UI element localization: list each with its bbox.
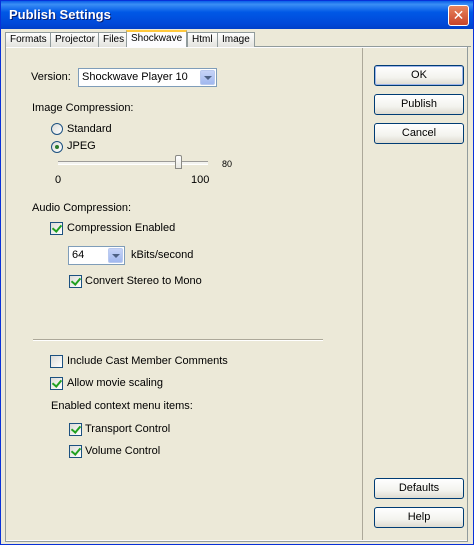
slider-min-label: 0 [55, 174, 62, 186]
tab-formats[interactable]: Formats [5, 32, 52, 47]
version-label: Version: [31, 71, 71, 83]
context-menu-heading: Enabled context menu items: [51, 400, 193, 412]
bitrate-value: 64 [72, 249, 85, 261]
slider-thumb[interactable] [175, 155, 182, 169]
audio-compression-heading: Audio Compression: [32, 202, 132, 214]
volume-control-label: Volume Control [85, 445, 161, 457]
help-button[interactable]: Help [374, 507, 464, 528]
close-icon: ✕ [452, 7, 465, 23]
jpeg-quality-slider[interactable] [58, 161, 208, 165]
compression-enabled-checkbox[interactable] [50, 222, 63, 235]
standard-radio[interactable] [51, 123, 63, 135]
chevron-down-icon[interactable] [200, 70, 215, 85]
transport-control-label: Transport Control [85, 423, 171, 435]
slider-max-label: 100 [191, 174, 210, 186]
publish-button[interactable]: Publish [374, 94, 464, 115]
stereo-to-mono-label: Convert Stereo to Mono [85, 275, 202, 287]
button-column [363, 48, 467, 540]
cancel-button[interactable]: Cancel [374, 123, 464, 144]
tab-files[interactable]: Files [98, 32, 130, 47]
cast-comments-label: Include Cast Member Comments [67, 355, 228, 367]
publish-settings-dialog: Publish Settings ✕ Formats Projector Fil… [0, 0, 474, 545]
window-title: Publish Settings [9, 7, 111, 22]
movie-scaling-label: Allow movie scaling [67, 377, 163, 389]
tab-html[interactable]: Html [187, 32, 218, 47]
version-select[interactable]: Shockwave Player 10 [78, 68, 217, 87]
volume-control-checkbox[interactable] [69, 445, 82, 458]
bitrate-select[interactable]: 64 [68, 246, 125, 265]
version-value: Shockwave Player 10 [82, 71, 188, 83]
bitrate-unit: kBits/second [131, 249, 194, 261]
transport-control-checkbox[interactable] [69, 423, 82, 436]
tab-strip: Formats Projector Files Shockwave Html I… [5, 30, 471, 48]
divider [33, 339, 323, 341]
cast-comments-checkbox[interactable] [50, 355, 63, 368]
defaults-button[interactable]: Defaults [374, 478, 464, 499]
compression-enabled-label: Compression Enabled [67, 222, 176, 234]
tab-projector[interactable]: Projector [50, 32, 101, 47]
quality-value: 80 [222, 159, 233, 169]
tab-shockwave[interactable]: Shockwave [126, 30, 188, 48]
chevron-down-icon[interactable] [108, 248, 123, 263]
standard-label: Standard [67, 123, 112, 135]
shockwave-settings-area [6, 48, 362, 540]
stereo-to-mono-checkbox[interactable] [69, 275, 82, 288]
movie-scaling-checkbox[interactable] [50, 377, 63, 390]
close-button[interactable]: ✕ [448, 5, 469, 26]
tab-image[interactable]: Image [217, 32, 255, 47]
ok-button[interactable]: OK [374, 65, 464, 86]
image-compression-heading: Image Compression: [32, 102, 134, 114]
jpeg-radio[interactable] [51, 141, 63, 153]
title-bar[interactable]: Publish Settings ✕ [1, 1, 473, 29]
jpeg-label: JPEG [67, 140, 96, 152]
